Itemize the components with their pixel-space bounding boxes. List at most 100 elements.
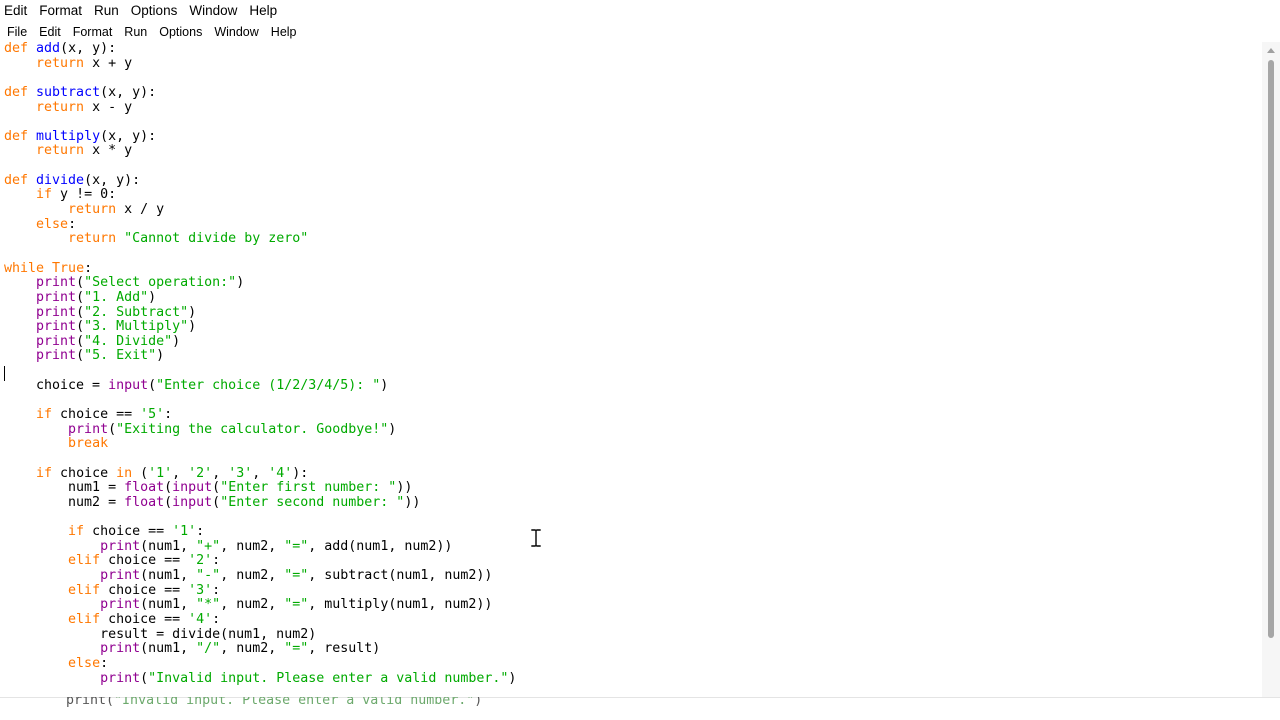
code-token: : xyxy=(196,524,205,540)
code-token: ( xyxy=(164,480,173,496)
string-token: '2' xyxy=(188,465,213,481)
keyword-token: elif xyxy=(68,582,101,598)
builtin-token: print xyxy=(36,275,77,291)
i-beam-cursor-icon xyxy=(531,529,541,547)
code-line[interactable] xyxy=(4,364,516,379)
code-token: choice xyxy=(52,465,117,481)
outer-menu-format[interactable]: Format xyxy=(33,3,88,18)
code-line[interactable] xyxy=(4,71,516,86)
menu-file[interactable]: File xyxy=(0,25,33,39)
keyword-token: def xyxy=(4,42,37,56)
code-token: choice == xyxy=(100,553,189,569)
code-editor[interactable]: def add(x, y): return x + y def subtract(… xyxy=(0,42,1262,697)
menu-window[interactable]: Window xyxy=(208,25,264,39)
code-line[interactable]: def divide(x, y): xyxy=(4,172,516,189)
code-line[interactable]: print(num1, "/", num2, "=", result) xyxy=(4,641,516,657)
outer-menu-help[interactable]: Help xyxy=(243,3,283,18)
string-token: '1' xyxy=(148,465,173,481)
outer-menu-edit[interactable]: Edit xyxy=(0,3,33,18)
code-line[interactable]: print("Exiting the calculator. Goodbye!"… xyxy=(4,421,516,438)
code-line[interactable] xyxy=(4,452,516,467)
scroll-up-arrow-icon[interactable] xyxy=(1267,48,1275,53)
code-line[interactable]: print("4. Divide") xyxy=(4,333,516,350)
code-line[interactable] xyxy=(4,511,516,526)
code-line[interactable]: def multiply(x, y): xyxy=(4,129,516,145)
code-token: )) xyxy=(396,480,413,496)
code-line[interactable]: while True: xyxy=(4,261,516,277)
function-name-token: subtract xyxy=(36,84,101,100)
code-token: , multiply(num1, num2)) xyxy=(308,597,493,613)
builtin-token: print xyxy=(100,641,141,657)
code-line[interactable]: return "Cannot divide by zero" xyxy=(4,232,516,247)
code-line[interactable]: num2 = float(input("Enter second number:… xyxy=(4,495,516,511)
code-line[interactable]: print("3. Multiply") xyxy=(4,319,516,335)
code-token: ) xyxy=(236,275,245,291)
menu-format[interactable]: Format xyxy=(67,25,119,39)
code-token: , num2, xyxy=(220,568,285,584)
code-token: ) xyxy=(172,333,181,349)
code-line[interactable]: print("1. Add") xyxy=(4,289,516,306)
code-token: (x, y): xyxy=(60,42,117,56)
code-line[interactable] xyxy=(4,115,516,130)
code-line[interactable]: else: xyxy=(4,655,516,672)
menu-edit[interactable]: Edit xyxy=(33,25,67,39)
function-name-token: divide xyxy=(36,172,85,188)
code-line[interactable]: elif choice == '3': xyxy=(4,582,516,599)
outer-menu-options[interactable]: Options xyxy=(125,3,184,18)
code-line[interactable]: def subtract(x, y): xyxy=(4,84,516,101)
code-line[interactable]: elif choice == '4': xyxy=(4,612,516,628)
keyword-token: if xyxy=(36,407,53,423)
code-line[interactable]: else: xyxy=(4,216,516,233)
menu-run[interactable]: Run xyxy=(118,25,153,39)
code-line[interactable]: if choice == '5': xyxy=(4,407,516,423)
code-line[interactable] xyxy=(4,247,516,262)
code-line[interactable] xyxy=(4,393,516,408)
vertical-scrollbar[interactable] xyxy=(1262,42,1280,697)
builtin-token: print xyxy=(100,538,141,554)
code-line[interactable]: return x / y xyxy=(4,202,516,218)
code-line[interactable]: if choice == '1': xyxy=(4,524,516,540)
code-token: : xyxy=(68,216,77,232)
code-line[interactable]: result = divide(num1, num2) xyxy=(4,627,516,643)
code-line[interactable]: print(num1, "+", num2, "=", add(num1, nu… xyxy=(4,538,516,555)
keyword-token: return xyxy=(36,99,85,115)
code-line[interactable] xyxy=(4,159,516,174)
code-line[interactable]: return x * y xyxy=(4,144,516,159)
code-text[interactable]: def add(x, y): return x + y def subtract(… xyxy=(4,42,516,686)
code-line[interactable]: if y != 0: xyxy=(4,188,516,203)
code-line[interactable]: print("Select operation:") xyxy=(4,275,516,291)
code-line[interactable]: print(num1, "*", num2, "=", multiply(num… xyxy=(4,598,516,613)
code-line[interactable]: num1 = float(input("Enter first number: … xyxy=(4,480,516,496)
code-line[interactable]: print(num1, "-", num2, "=", subtract(num… xyxy=(4,568,516,584)
code-line[interactable]: break xyxy=(4,436,516,452)
code-line[interactable]: print("5. Exit") xyxy=(4,349,516,364)
string-token: "4. Divide" xyxy=(84,333,173,349)
code-line[interactable]: if choice in ('1', '2', '3', '4'): xyxy=(4,465,516,482)
code-line[interactable]: return x - y xyxy=(4,99,516,116)
code-line[interactable]: print("Invalid input. Please enter a val… xyxy=(4,671,516,687)
menu-options[interactable]: Options xyxy=(153,25,208,39)
outer-menu-run[interactable]: Run xyxy=(88,3,125,18)
code-line[interactable]: def add(x, y): xyxy=(4,42,516,57)
builtin-token: print xyxy=(68,421,109,437)
string-token: "=" xyxy=(284,538,309,554)
scrollbar-thumb[interactable] xyxy=(1268,60,1274,638)
code-line[interactable]: return x + y xyxy=(4,55,516,72)
code-token: x + y xyxy=(84,55,133,71)
outer-menu-window[interactable]: Window xyxy=(183,3,243,18)
menu-help[interactable]: Help xyxy=(265,25,303,39)
code-token: , num2, xyxy=(220,641,285,657)
string-token: "1. Add" xyxy=(84,289,149,305)
code-line[interactable]: choice = input("Enter choice (1/2/3/4/5)… xyxy=(4,377,516,394)
code-line[interactable]: print("2. Subtract") xyxy=(4,305,516,321)
code-line[interactable]: elif choice == '2': xyxy=(4,554,516,569)
string-token: "-" xyxy=(196,568,221,584)
builtin-token: input xyxy=(108,377,149,393)
code-token: : xyxy=(100,655,109,671)
